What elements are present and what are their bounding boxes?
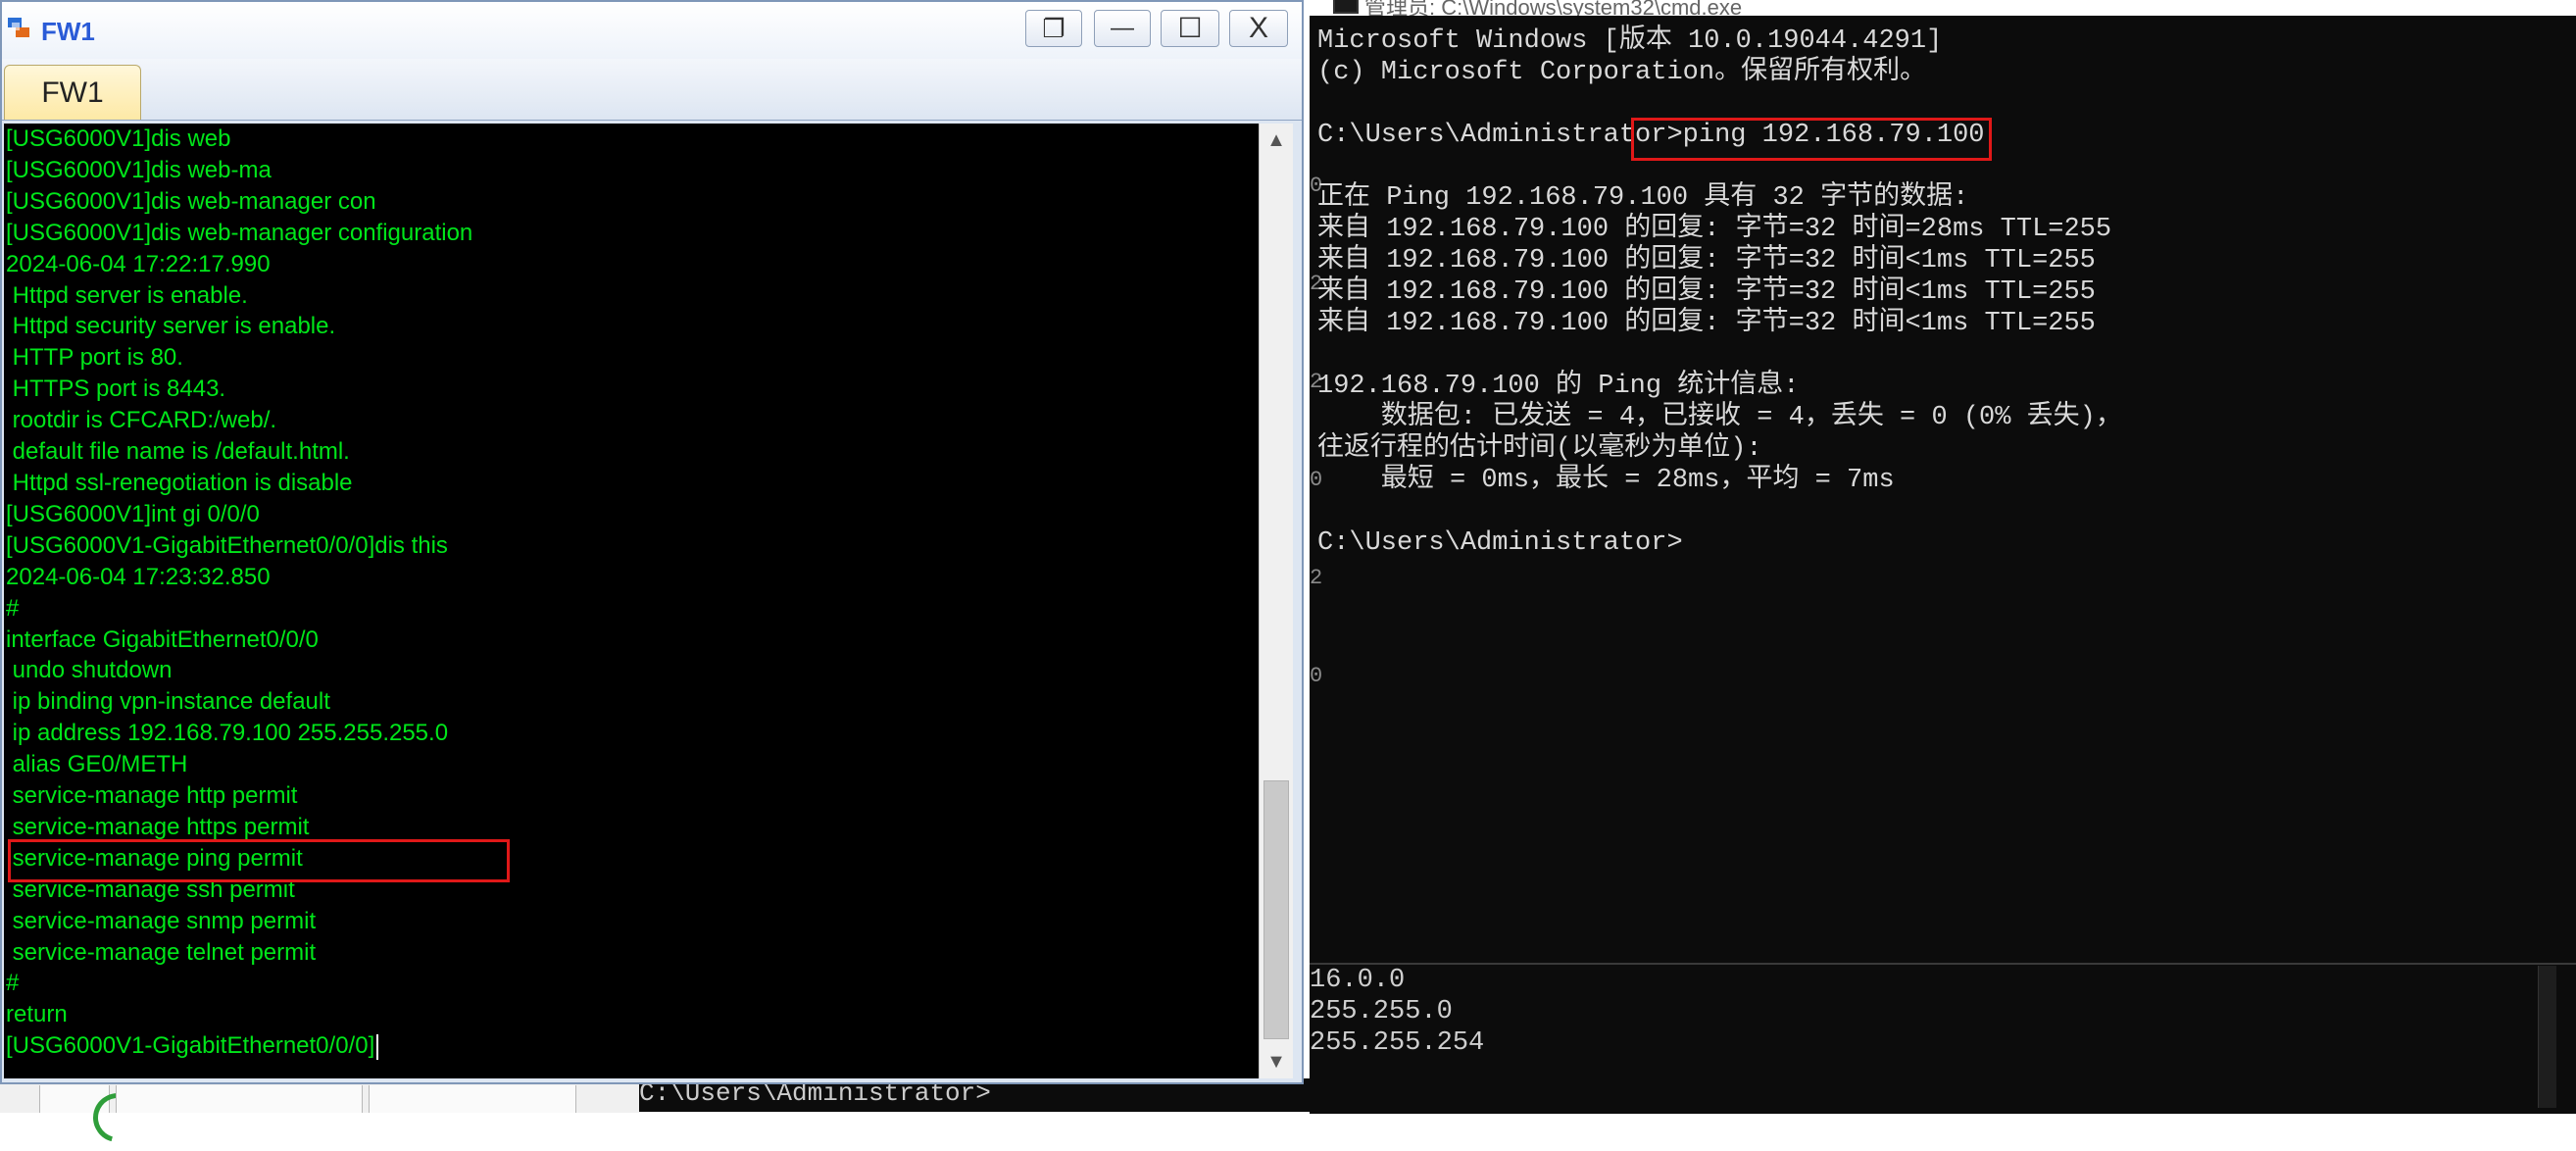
fw1-scrollbar[interactable]: ▲ ▼ xyxy=(1259,124,1293,1078)
cmd-window-title: 管理员: C:\Windows\system32\cmd.exe xyxy=(1364,0,1743,16)
cmd-titlebar[interactable]: 管理员: C:\Windows\system32\cmd.exe xyxy=(1310,0,2576,16)
console-line: alias GE0/METH xyxy=(6,751,188,778)
cmd-line: 来自 192.168.79.100 的回复: 字节=32 时间<1ms TTL=… xyxy=(1317,309,2096,338)
console-line: [USG6000V1]dis web-manager con xyxy=(6,187,376,215)
fw1-titlebar[interactable]: FW1 ❐ — ☐ X xyxy=(2,2,1302,59)
cmd-line: (c) Microsoft Corporation。保留所有权利。 xyxy=(1317,58,1927,87)
console-line: Httpd server is enable. xyxy=(6,281,248,309)
cmd-edge-glyph: 2 xyxy=(1310,370,1323,394)
ping-command-highlight-box xyxy=(1631,118,1992,161)
console-line: [USG6000V1]dis web xyxy=(6,125,231,152)
cmd-left-edge-glyphs: 0 2 2 0 2 0 xyxy=(1310,137,1323,726)
console-output: [USG6000V1]dis web [USG6000V1]dis web-ma [… xyxy=(6,124,472,1062)
console-line: [USG6000V1]dis web-ma xyxy=(6,156,272,183)
cmd-scrollbar[interactable] xyxy=(2538,966,2556,1108)
console-line: # xyxy=(6,594,20,622)
cmd-background-line: 255.255.0 xyxy=(1310,997,1453,1026)
fw1-tab-bar: FW1 xyxy=(2,59,1302,121)
scroll-down-arrow-icon[interactable]: ▼ xyxy=(1260,1045,1293,1078)
cmd-line xyxy=(1317,339,2523,371)
cmd-edge-glyph: 2 xyxy=(1310,566,1323,590)
console-line: Httpd security server is enable. xyxy=(6,313,336,340)
cmd-output[interactable]: Microsoft Windows [版本 10.0.19044.4291] (c… xyxy=(1317,25,2523,559)
maximize-button[interactable]: ☐ xyxy=(1161,10,1219,47)
fw1-window-title: FW1 xyxy=(41,17,95,46)
cmd-edge-glyph: 0 xyxy=(1310,664,1323,688)
console-line: HTTPS port is 8443. xyxy=(6,375,226,403)
minimize-button[interactable]: — xyxy=(1094,10,1151,47)
ip-address-highlight-box xyxy=(8,839,510,882)
cmd-app-icon xyxy=(1333,0,1359,14)
cmd-line: 往返行程的估计时间(以毫秒为单位): xyxy=(1317,434,1762,464)
console-line: 2024-06-04 17:23:32.850 xyxy=(6,563,271,590)
console-line: HTTP port is 80. xyxy=(6,344,183,372)
console-line: # xyxy=(6,970,20,997)
background-tile xyxy=(369,1085,576,1113)
cmd-line: 来自 192.168.79.100 的回复: 字节=32 时间<1ms TTL=… xyxy=(1317,277,2096,307)
console-line: service-manage snmp permit xyxy=(6,907,317,934)
console-line: rootdir is CFCARD:/web/. xyxy=(6,407,277,434)
console-line: default file name is /default.html. xyxy=(6,438,350,466)
cmd-line: 数据包: 已发送 = 4，已接收 = 4，丢失 = 0 (0% 丢失)， xyxy=(1317,403,2122,432)
cmd-window[interactable]: 管理员: C:\Windows\system32\cmd.exe 0 2 2 0 20 … xyxy=(1310,0,2576,1114)
cmd-line: 正在 Ping 192.168.79.100 具有 32 字节的数据: xyxy=(1317,183,1969,213)
fw1-console[interactable]: [USG6000V1]dis web [USG6000V1]dis web-ma [… xyxy=(4,124,1259,1078)
cmd-background-line: 16.0.0 xyxy=(1310,966,1406,995)
fw1-window[interactable]: FW1 ❐ — ☐ X FW1 [USG6000V1]dis web [USG60… xyxy=(0,0,1304,1084)
console-line: [USG6000V1]dis web-manager configuration xyxy=(6,219,473,246)
background-tile xyxy=(116,1085,363,1113)
console-line: ip address 192.168.79.100 255.255.255.0 xyxy=(6,720,449,747)
console-line: Httpd ssl-renegotiation is disable xyxy=(6,469,353,496)
tab-fw1[interactable]: FW1 xyxy=(4,65,141,120)
scroll-up-arrow-icon[interactable]: ▲ xyxy=(1260,124,1293,157)
console-line: [USG6000V1-GigabitEthernet0/0/0] xyxy=(6,1030,472,1062)
cmd-line: Microsoft Windows [版本 10.0.19044.4291] xyxy=(1317,26,1943,56)
console-line: ip binding vpn-instance default xyxy=(6,688,330,716)
console-line: undo shutdown xyxy=(6,657,173,684)
cmd-line xyxy=(1317,496,2523,527)
cmd-background-pane: 16.0.0 255.255.0 255.255.254 xyxy=(1310,963,2576,1114)
restore-button[interactable]: ❐ xyxy=(1025,10,1082,47)
console-line: service-manage http permit xyxy=(6,782,298,810)
cmd-edge-glyph: 0 xyxy=(1310,468,1323,492)
cmd-line: 来自 192.168.79.100 的回复: 字节=32 时间<1ms TTL=… xyxy=(1317,246,2096,275)
fw1-app-icon xyxy=(8,18,29,37)
console-line: [USG6000V1]int gi 0/0/0 xyxy=(6,500,260,527)
text-cursor xyxy=(376,1033,379,1060)
scroll-thumb[interactable] xyxy=(1263,780,1289,1039)
cmd-line xyxy=(1317,88,2523,120)
console-line: interface GigabitEthernet0/0/0 xyxy=(6,626,319,653)
console-line: [USG6000V1-GigabitEthernet0/0/0]dis this xyxy=(6,531,448,559)
cmd-line: 最短 = 0ms，最长 = 28ms，平均 = 7ms xyxy=(1317,466,1895,495)
cmd-background-output: 16.0.0 255.255.0 255.255.254 xyxy=(1310,965,1484,1059)
console-line: 2024-06-04 17:22:17.990 xyxy=(6,250,271,277)
cmd-background-line: 255.255.254 xyxy=(1310,1028,1485,1058)
cmd-line: C:\Users\Administrator> xyxy=(1317,528,1683,558)
cmd-edge-glyph: 2 xyxy=(1310,272,1323,296)
cmd-line: 192.168.79.100 的 Ping 统计信息: xyxy=(1317,372,1800,401)
console-line: service-manage telnet permit xyxy=(6,938,317,966)
console-line: return xyxy=(6,1001,68,1028)
close-button[interactable]: X xyxy=(1229,10,1288,47)
background-tile xyxy=(39,1083,152,1151)
cmd-edge-glyph: 0 xyxy=(1310,174,1323,198)
cmd-line: 来自 192.168.79.100 的回复: 字节=32 时间=28ms TTL… xyxy=(1317,215,2112,244)
